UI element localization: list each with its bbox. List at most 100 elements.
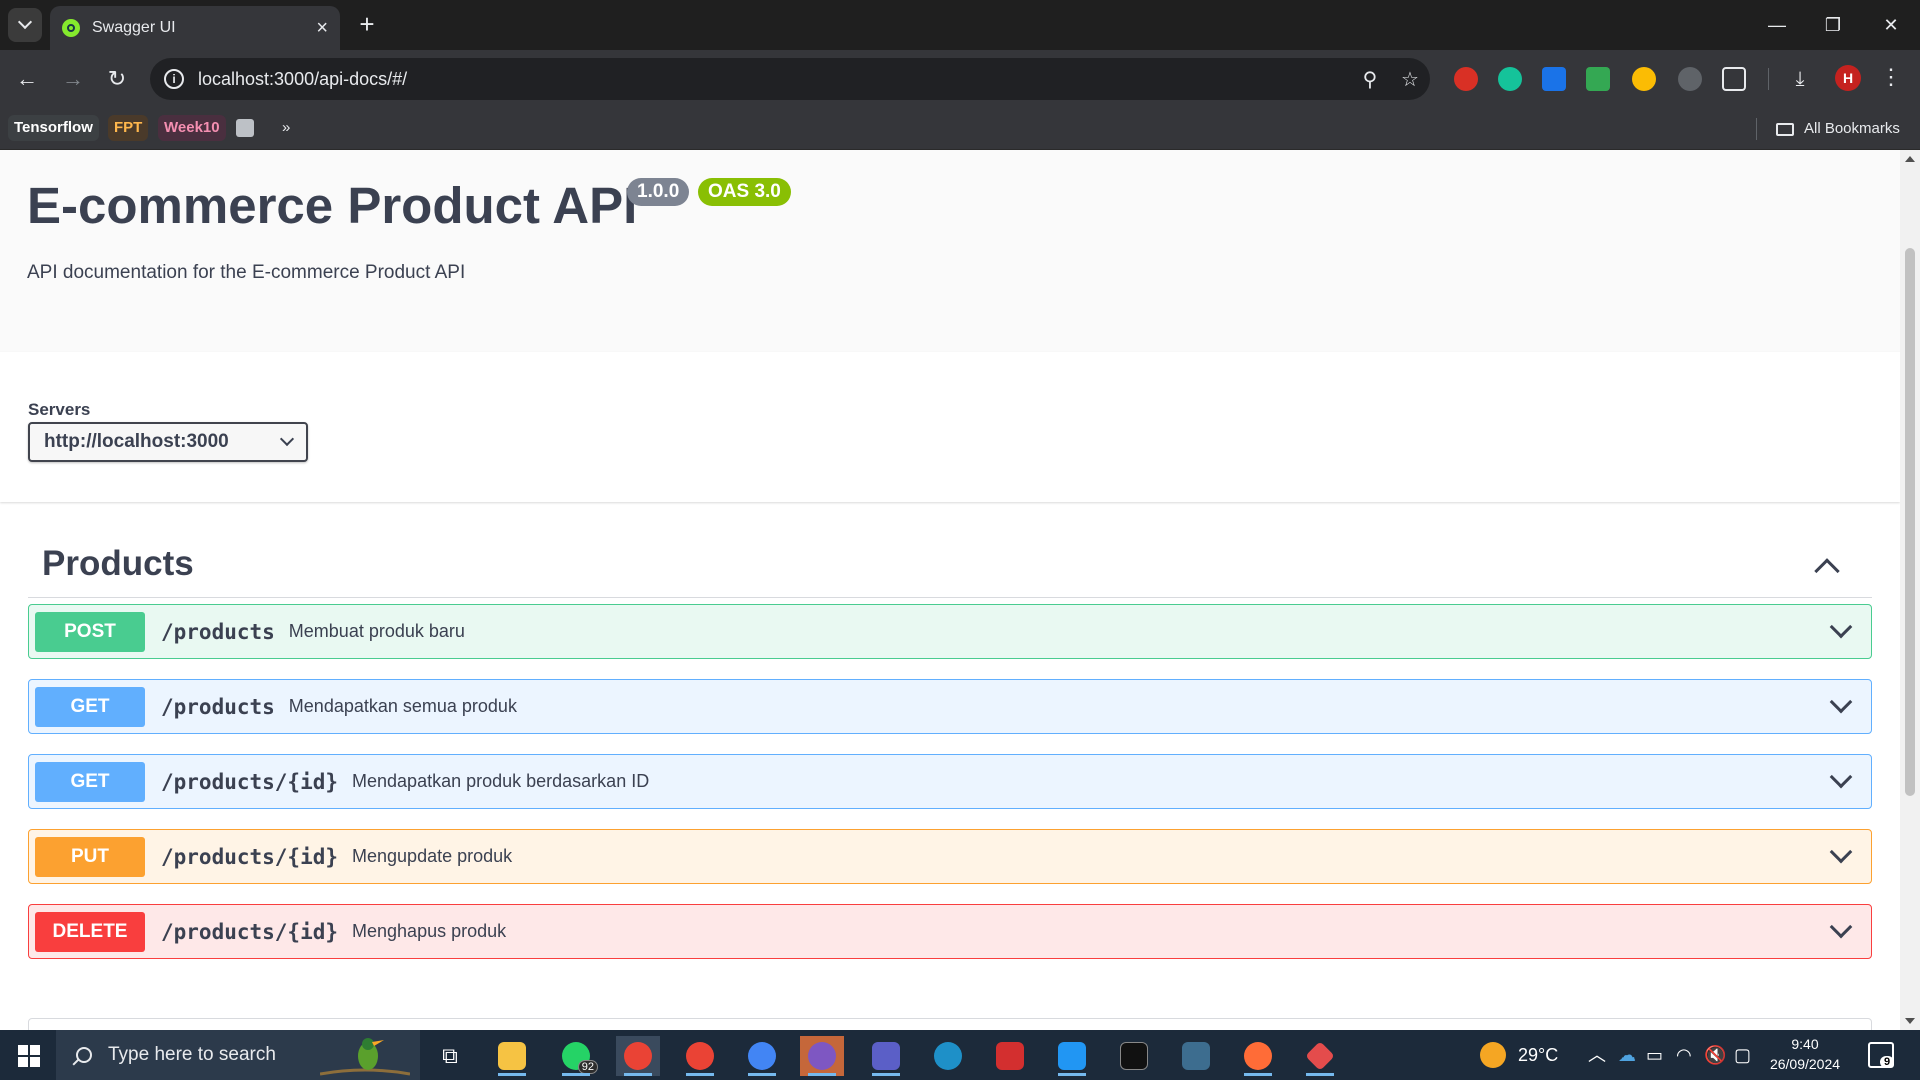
scrollbar-thumb[interactable] <box>1905 248 1915 796</box>
extension-colorful-icon[interactable] <box>1632 67 1656 91</box>
operation-path: /products <box>161 694 275 719</box>
extension-green-icon[interactable] <box>1586 67 1610 91</box>
weather-widget[interactable]: 29°C <box>1480 1030 1558 1080</box>
bookmark-fpt[interactable]: FPT <box>108 115 149 141</box>
taskbar-clock[interactable]: 9:40 26/09/2024 <box>1762 1034 1848 1074</box>
onedrive-icon[interactable]: ☁ <box>1618 1030 1636 1080</box>
page-viewport: E-commerce Product API 1.0.0 OAS 3.0 API… <box>0 150 1900 1030</box>
chevron-down-icon[interactable] <box>1829 915 1853 939</box>
taskbar-postman[interactable] <box>1236 1036 1280 1076</box>
taskbar-teams[interactable] <box>864 1036 908 1076</box>
swagger-favicon-icon <box>62 19 80 37</box>
all-bookmarks-button[interactable]: All Bookmarks <box>1776 116 1900 142</box>
search-highlight-bird-icon <box>320 1038 410 1076</box>
weather-sun-icon <box>1480 1042 1506 1068</box>
vscode-icon <box>1058 1042 1086 1070</box>
method-badge: POST <box>35 611 145 652</box>
terminal-icon <box>1120 1042 1148 1070</box>
chrome-icon <box>624 1042 652 1070</box>
bookmark-tensorflow[interactable]: Tensorflow <box>8 115 99 141</box>
taskbar-chrome-1[interactable] <box>616 1036 660 1076</box>
speaker-muted-icon[interactable]: 🔇 <box>1704 1030 1726 1080</box>
tray-overflow-icon[interactable]: ︿ <box>1588 1030 1606 1080</box>
new-tab-button[interactable]: + <box>352 10 382 40</box>
scroll-down-arrow-icon[interactable] <box>1905 1018 1915 1024</box>
servers-section: Servers http://localhost:3000 <box>0 352 1900 502</box>
taskbar-file-explorer[interactable] <box>490 1036 534 1076</box>
scroll-up-arrow-icon[interactable] <box>1905 156 1915 162</box>
tag-header[interactable]: Products <box>28 530 1872 598</box>
servers-label: Servers <box>28 400 91 419</box>
toolbar-divider <box>1768 68 1769 90</box>
taskbar-vscode[interactable] <box>1050 1036 1094 1076</box>
forward-button[interactable]: → <box>56 62 90 96</box>
browser-tab[interactable]: Swagger UI × <box>50 6 340 50</box>
operation-summary: Membuat produk baru <box>288 621 465 641</box>
extensions-puzzle-icon[interactable] <box>1722 67 1746 91</box>
back-button[interactable]: ← <box>10 62 44 96</box>
minimize-button[interactable]: — <box>1762 10 1792 40</box>
version-badge: 1.0.0 <box>627 178 690 206</box>
restore-button[interactable]: ❐ <box>1818 10 1848 40</box>
zoom-icon[interactable]: ⚲ <box>1350 67 1390 92</box>
address-bar[interactable]: i localhost:3000/api-docs/#/ ⚲ ☆ <box>150 58 1430 100</box>
database-workbench-icon <box>1182 1042 1210 1070</box>
git-icon <box>1305 1041 1335 1071</box>
chevron-down-icon[interactable] <box>1829 765 1853 789</box>
extension-grammarly-icon[interactable] <box>1498 67 1522 91</box>
chevron-down-icon[interactable] <box>1829 840 1853 864</box>
taskbar-chrome-4[interactable] <box>800 1036 844 1076</box>
extension-adblock-icon[interactable] <box>1454 67 1478 91</box>
chevron-down-icon[interactable] <box>1829 615 1853 639</box>
tab-search-button[interactable] <box>8 8 42 42</box>
taskbar-gitkraken[interactable] <box>1298 1036 1342 1076</box>
bookmarks-divider <box>1756 118 1757 140</box>
windows-start-icon[interactable] <box>18 1045 40 1067</box>
bookmark-blank-icon[interactable] <box>236 119 254 137</box>
chevron-down-icon[interactable] <box>1829 690 1853 714</box>
wifi-icon[interactable]: ◠ <box>1676 1030 1692 1080</box>
weather-temperature: 29°C <box>1518 1045 1559 1065</box>
extension-audio-icon[interactable] <box>1542 67 1566 91</box>
bookmark-star-icon[interactable]: ☆ <box>1390 67 1430 92</box>
taskbar-whatsapp[interactable]: 92 <box>554 1036 598 1076</box>
taskbar-terminal[interactable] <box>1112 1036 1156 1076</box>
operation-path: /products/{id} <box>161 844 339 869</box>
operation-post-products[interactable]: POST /products Membuat produk baru <box>28 604 1872 659</box>
site-info-icon[interactable]: i <box>164 69 184 89</box>
chevron-up-icon[interactable] <box>1814 558 1840 584</box>
close-window-button[interactable]: ✕ <box>1876 10 1906 40</box>
chrome-icon <box>686 1042 714 1070</box>
taskbar-acrobat[interactable] <box>988 1036 1032 1076</box>
extension-grey-icon[interactable] <box>1678 67 1702 91</box>
taskbar-edge[interactable] <box>926 1036 970 1076</box>
menu-kebab-icon[interactable]: ⋮ <box>1880 64 1902 90</box>
more-bookmarks-icon[interactable]: » <box>276 115 296 141</box>
profile-avatar[interactable]: H <box>1835 65 1861 91</box>
taskbar-workbench[interactable] <box>1174 1036 1218 1076</box>
taskbar-chrome-2[interactable] <box>678 1036 722 1076</box>
tray-device-icon[interactable]: ▢ <box>1734 1030 1751 1080</box>
windows-taskbar: Type here to search ⧉ 92 29°C ︿ ☁ ▭ ◠ 🔇 … <box>0 1030 1920 1080</box>
close-tab-icon[interactable]: × <box>316 18 328 38</box>
page-scrollbar[interactable] <box>1900 150 1920 1030</box>
operation-delete-product[interactable]: DELETE /products/{id} Menghapus produk <box>28 904 1872 959</box>
method-badge: PUT <box>35 836 145 877</box>
taskbar-task-view[interactable]: ⧉ <box>428 1036 472 1076</box>
browser-toolbar: ← → ↻ i localhost:3000/api-docs/#/ ⚲ ☆ ⤓… <box>0 50 1920 108</box>
operation-put-product[interactable]: PUT /products/{id} Mengupdate produk <box>28 829 1872 884</box>
battery-icon[interactable]: ▭ <box>1646 1030 1663 1080</box>
clock-time: 9:40 <box>1791 1036 1819 1052</box>
tag-name: Products <box>42 544 194 583</box>
download-icon[interactable]: ⤓ <box>1788 67 1812 91</box>
url-text[interactable]: localhost:3000/api-docs/#/ <box>198 69 1350 90</box>
servers-selected-value: http://localhost:3000 <box>44 431 229 452</box>
operation-get-products[interactable]: GET /products Mendapatkan semua produk <box>28 679 1872 734</box>
bookmark-week10[interactable]: Week10 <box>158 115 226 141</box>
taskbar-chrome-3[interactable] <box>740 1036 784 1076</box>
api-title: E-commerce Product API <box>27 177 638 234</box>
operation-get-product-by-id[interactable]: GET /products/{id} Mendapatkan produk be… <box>28 754 1872 809</box>
servers-select[interactable]: http://localhost:3000 <box>28 422 308 462</box>
reload-button[interactable]: ↻ <box>100 62 134 96</box>
tab-strip: Swagger UI × + — ❐ ✕ <box>0 0 1920 50</box>
